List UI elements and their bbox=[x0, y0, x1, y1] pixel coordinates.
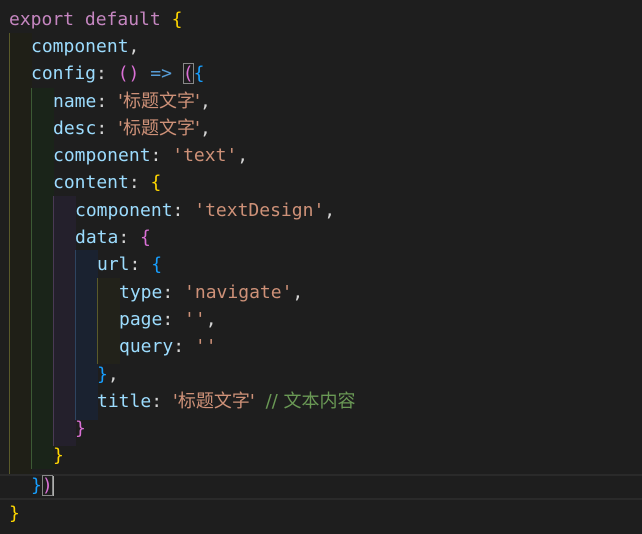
empty-params: () bbox=[117, 63, 140, 84]
property-component: component bbox=[75, 200, 173, 221]
text-cursor bbox=[51, 476, 54, 496]
colon: : bbox=[162, 309, 174, 330]
string-value: '' bbox=[194, 336, 217, 357]
keyword-default: default bbox=[84, 9, 161, 30]
property-page: page bbox=[119, 309, 163, 330]
comma: , bbox=[292, 282, 304, 303]
property-query: query bbox=[119, 336, 174, 357]
string-value: 'textDesign' bbox=[194, 200, 325, 221]
property-name: name bbox=[53, 91, 97, 112]
brace-open: { bbox=[171, 9, 183, 30]
property-title: title bbox=[97, 391, 152, 412]
line-comment: // 文本内容 bbox=[265, 391, 356, 412]
property-component: component bbox=[53, 145, 151, 166]
colon: : bbox=[151, 391, 163, 412]
property-type: type bbox=[119, 282, 163, 303]
arrow-operator: => bbox=[150, 63, 172, 84]
comma: , bbox=[205, 309, 217, 330]
brace-close: } bbox=[53, 445, 64, 466]
brace-open: { bbox=[193, 63, 205, 84]
code-line-18: }) bbox=[31, 472, 54, 499]
comma: , bbox=[107, 364, 119, 385]
current-line-highlight bbox=[0, 474, 642, 500]
code-line-15: title: '标题文字' // 文本内容 bbox=[97, 388, 355, 415]
code-line-4: name: '标题文字', bbox=[53, 88, 211, 115]
code-line-2: component, bbox=[31, 33, 139, 60]
code-line-17: } bbox=[53, 442, 64, 469]
colon: : bbox=[172, 200, 184, 221]
comma: , bbox=[237, 145, 249, 166]
indent-guide-1 bbox=[9, 33, 32, 474]
indent-guide-5 bbox=[97, 278, 120, 364]
code-editor[interactable]: export default { component, config: () =… bbox=[0, 0, 642, 534]
colon: : bbox=[96, 91, 108, 112]
brace-open: { bbox=[151, 254, 163, 275]
string-value: '标题文字' bbox=[118, 118, 200, 139]
brace-open: { bbox=[150, 172, 162, 193]
code-line-3: config: () => ({ bbox=[31, 60, 204, 87]
property-url: url bbox=[97, 254, 130, 275]
brace-close: } bbox=[97, 364, 108, 385]
property-data: data bbox=[75, 227, 119, 248]
code-line-12: page: '', bbox=[119, 306, 217, 333]
code-line-16: } bbox=[75, 415, 86, 442]
colon: : bbox=[128, 172, 140, 193]
string-value: 'text' bbox=[172, 145, 238, 166]
colon: : bbox=[129, 254, 141, 275]
code-line-8: component: 'textDesign', bbox=[75, 197, 335, 224]
code-line-13: query: '' bbox=[119, 333, 217, 360]
string-value: 'navigate' bbox=[184, 282, 293, 303]
code-line-19: } bbox=[9, 500, 20, 527]
indent-guide-2 bbox=[31, 88, 54, 469]
colon: : bbox=[150, 145, 162, 166]
code-line-5: desc: '标题文字', bbox=[53, 115, 211, 142]
indent-guide-3 bbox=[53, 196, 76, 446]
code-line-6: component: 'text', bbox=[53, 142, 248, 169]
indent-guide-4 bbox=[75, 250, 98, 420]
property-desc: desc bbox=[53, 118, 97, 139]
colon: : bbox=[96, 63, 107, 84]
colon: : bbox=[162, 282, 174, 303]
comma: , bbox=[199, 118, 211, 139]
keyword-export: export bbox=[9, 9, 75, 30]
comma: , bbox=[128, 36, 140, 57]
code-line-9: data: { bbox=[75, 224, 151, 251]
string-value: '' bbox=[184, 309, 206, 330]
comma: , bbox=[324, 200, 336, 221]
colon: : bbox=[118, 227, 130, 248]
property-config: config bbox=[31, 63, 97, 84]
paren-open: ( bbox=[182, 63, 194, 84]
string-value: '标题文字' bbox=[172, 391, 255, 412]
colon: : bbox=[96, 118, 108, 139]
code-line-1: export default { bbox=[9, 6, 182, 33]
code-line-11: type: 'navigate', bbox=[119, 279, 303, 306]
code-line-7: content: { bbox=[53, 169, 161, 196]
property-component: component bbox=[31, 36, 129, 57]
brace-open: { bbox=[140, 227, 151, 248]
string-value: '标题文字' bbox=[118, 91, 200, 112]
brace-close: } bbox=[75, 418, 86, 439]
brace-close: } bbox=[31, 475, 42, 496]
comma: , bbox=[199, 91, 211, 112]
property-content: content bbox=[53, 172, 129, 193]
brace-close: } bbox=[9, 503, 20, 524]
colon: : bbox=[173, 336, 185, 357]
code-line-10: url: { bbox=[97, 251, 162, 278]
code-line-14: }, bbox=[97, 361, 119, 388]
